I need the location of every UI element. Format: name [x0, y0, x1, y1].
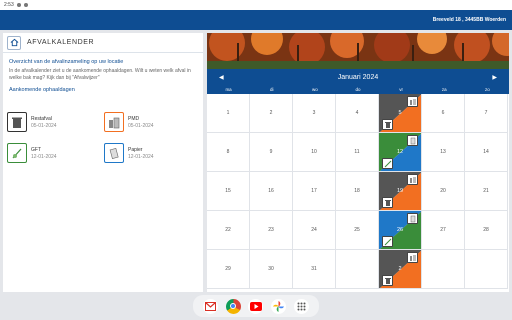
papier-bin-icon [407, 213, 418, 224]
calendar-day[interactable]: 9 [250, 133, 293, 172]
calendar-day[interactable]: 27 [422, 211, 465, 250]
calendar-day[interactable]: 30 [250, 250, 293, 289]
home-icon[interactable] [7, 35, 21, 50]
panel-subtitle: Overzicht van de afvalinzameling op uw l… [9, 59, 124, 65]
calendar-day-pickup[interactable]: 5 [379, 94, 422, 133]
calendar-day[interactable]: 16 [250, 172, 293, 211]
photos-icon[interactable] [271, 298, 287, 314]
month-title: Januari 2024 [337, 73, 379, 81]
panel-intro: In de afvalkalender ziet u de aankomende… [9, 68, 191, 81]
calendar-day[interactable]: 29 [207, 250, 250, 289]
calendar-day[interactable]: 2 [250, 94, 293, 133]
app-dock [193, 295, 319, 317]
calendar-day[interactable]: 13 [422, 133, 465, 172]
day-number: 26 [396, 227, 404, 233]
status-bar: 2:53 [0, 0, 512, 10]
waste-name: PMD [128, 115, 140, 122]
papier-bin-icon [407, 135, 418, 146]
panel-title: AFVALKALENDER [27, 39, 95, 46]
autumn-forest-banner [207, 33, 509, 69]
day-number: 19 [396, 188, 404, 194]
chrome-icon[interactable] [225, 298, 241, 314]
youtube-icon[interactable] [248, 298, 264, 314]
weekday-label: vr [399, 87, 403, 92]
calendar-day[interactable] [422, 250, 465, 289]
restafval-bin-icon [7, 112, 27, 132]
weekday-label: zo [485, 87, 490, 92]
upcoming-item-papier[interactable]: Papier 12-01-2024 [104, 142, 194, 164]
restafval-bin-icon [382, 119, 393, 130]
calendar-day[interactable]: 1 [207, 94, 250, 133]
app-drawer-icon[interactable] [294, 298, 310, 314]
calendar-day-pickup[interactable]: 12 [379, 133, 422, 172]
waste-date: 12-01-2024 [31, 153, 57, 160]
day-number: 12 [396, 149, 404, 155]
pmd-bin-icon [407, 96, 418, 107]
previous-month-button[interactable]: ◀ [219, 74, 224, 81]
calendar-day[interactable]: 15 [207, 172, 250, 211]
papier-bin-icon [104, 143, 124, 163]
weekday-label: za [441, 87, 447, 92]
pmd-bin-icon [407, 252, 418, 263]
weekday-label: ma [225, 87, 232, 92]
calendar-day[interactable]: 7 [465, 94, 508, 133]
waste-date: 12-01-2024 [128, 153, 154, 160]
calendar-day[interactable]: 6 [422, 94, 465, 133]
day-number: 2 [398, 266, 402, 272]
calendar-day[interactable]: 21 [465, 172, 508, 211]
calendar-day[interactable]: 23 [250, 211, 293, 250]
calendar-day[interactable]: 18 [336, 172, 379, 211]
waste-name: Restafval [31, 115, 52, 122]
upcoming-item-restafval[interactable]: Restafval 05-01-2024 [7, 111, 97, 133]
status-time: 2:53 [4, 2, 14, 8]
calendar-day[interactable]: 22 [207, 211, 250, 250]
address-label[interactable]: Breeveld 18 , 3445BB Woerden [433, 17, 506, 23]
calendar-day[interactable]: 28 [465, 211, 508, 250]
afvalkalender-panel: AFVALKALENDER Overzicht van de afvalinza… [3, 33, 203, 292]
calendar-day[interactable]: 20 [422, 172, 465, 211]
restafval-bin-icon [382, 275, 393, 286]
calendar-panel: ◀ Januari 2024 ▶ ma di wo do vr za zo 1 … [207, 33, 509, 292]
upcoming-item-pmd[interactable]: PMD 05-01-2024 [104, 111, 194, 133]
pmd-bin-icon [407, 174, 418, 185]
gft-bin-icon [382, 236, 393, 247]
notification-icon [23, 3, 28, 7]
upcoming-section-title: Aankomende ophaaldagen [9, 87, 75, 93]
calendar-day[interactable]: 31 [293, 250, 336, 289]
gmail-icon[interactable] [202, 298, 218, 314]
calendar-day-pickup[interactable]: 2 [379, 250, 422, 289]
calendar-day[interactable] [465, 250, 508, 289]
calendar-day-pickup[interactable]: 19 [379, 172, 422, 211]
calendar-day[interactable]: 24 [293, 211, 336, 250]
calendar-day[interactable]: 17 [293, 172, 336, 211]
day-number: 5 [398, 110, 402, 116]
pmd-bin-icon [104, 112, 124, 132]
waste-date: 05-01-2024 [128, 122, 154, 129]
weekday-label: do [355, 87, 361, 92]
waste-name: Papier [128, 146, 143, 153]
gft-bin-icon [382, 158, 393, 169]
calendar-day[interactable]: 25 [336, 211, 379, 250]
calendar-day[interactable]: 4 [336, 94, 379, 133]
weekday-label: wo [311, 87, 318, 92]
calendar-day[interactable] [336, 250, 379, 289]
calendar-day[interactable]: 11 [336, 133, 379, 172]
next-month-button[interactable]: ▶ [492, 74, 497, 81]
weekday-label: di [269, 87, 274, 92]
notification-icon [16, 3, 21, 7]
weekday-header: ma di wo do vr za zo [207, 85, 509, 94]
month-navigation: ◀ Januari 2024 ▶ [207, 69, 509, 85]
calendar-day[interactable]: 14 [465, 133, 508, 172]
waste-name: GFT [31, 146, 41, 153]
app-header: Breeveld 18 , 3445BB Woerden [0, 10, 512, 30]
restafval-bin-icon [382, 197, 393, 208]
waste-date: 05-01-2024 [31, 122, 57, 129]
calendar-day-pickup[interactable]: 26 [379, 211, 422, 250]
calendar-day[interactable]: 8 [207, 133, 250, 172]
calendar-day[interactable]: 10 [293, 133, 336, 172]
panel-header: AFVALKALENDER [3, 33, 203, 53]
calendar-day[interactable]: 3 [293, 94, 336, 133]
upcoming-item-gft[interactable]: GFT 12-01-2024 [7, 142, 97, 164]
gft-bin-icon [7, 143, 27, 163]
